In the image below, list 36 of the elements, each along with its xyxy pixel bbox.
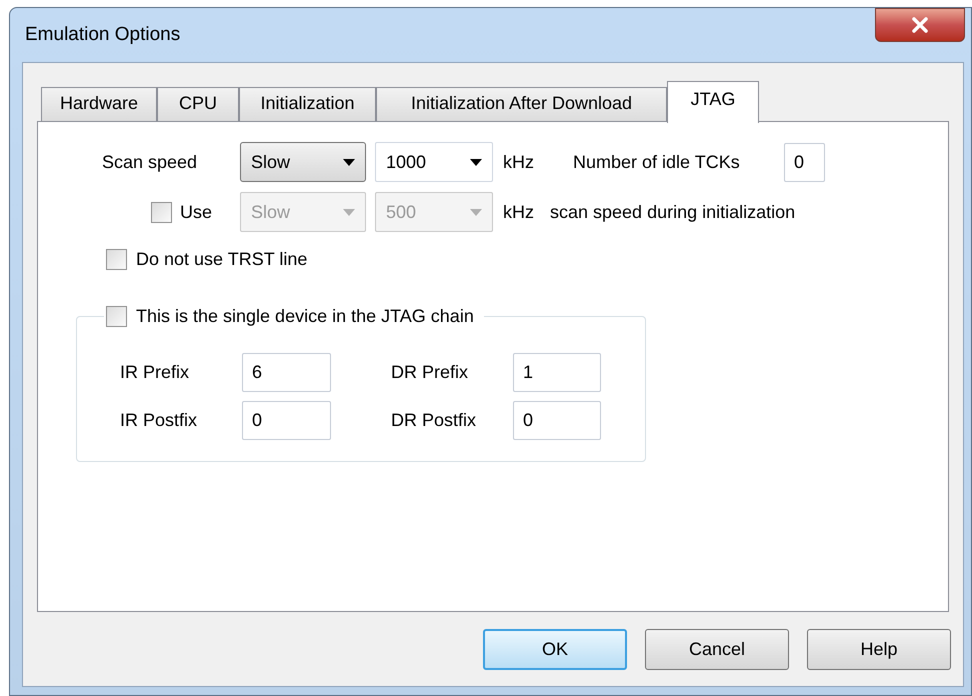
checkbox-label: This is the single device in the JTAG chain <box>136 304 474 328</box>
checkbox[interactable] <box>106 248 127 270</box>
label: Number of idle TCKs <box>573 150 741 174</box>
caret-icon <box>343 158 355 166</box>
caret-icon <box>470 208 482 216</box>
checkbox-label: Do not use TRST line <box>136 248 308 270</box>
label: scan speed during initialization <box>550 200 796 224</box>
input-field[interactable]: 0 <box>242 401 331 440</box>
dialog-button[interactable]: Cancel <box>645 629 789 670</box>
tab[interactable]: CPU <box>157 87 239 122</box>
unit-label: kHz <box>503 150 535 174</box>
label: Use <box>180 200 214 224</box>
field-label: IR Postfix <box>120 409 198 432</box>
tab[interactable]: JTAG <box>667 81 759 123</box>
tab[interactable]: Hardware <box>41 87 157 122</box>
field-label: DR Postfix <box>391 409 478 432</box>
dropdown[interactable]: 1000 <box>375 142 493 182</box>
checkbox[interactable] <box>106 306 127 326</box>
input-field[interactable]: 6 <box>242 353 331 392</box>
unit-label: kHz <box>503 200 534 224</box>
tab[interactable]: Initialization After Download <box>376 87 667 122</box>
label: Scan speed <box>102 150 198 174</box>
window-title: Emulation Options <box>25 22 180 47</box>
dialog-button[interactable]: Help <box>807 629 951 670</box>
field-label: IR Prefix <box>120 361 190 384</box>
dropdown[interactable]: Slow <box>240 142 366 182</box>
close-icon <box>911 17 929 33</box>
input-field[interactable]: 1 <box>513 353 601 392</box>
input-field[interactable]: 0 <box>784 142 825 182</box>
close-button[interactable] <box>875 8 965 42</box>
caret-icon <box>470 158 482 166</box>
field-label: DR Prefix <box>391 361 470 384</box>
caret-icon <box>343 208 355 216</box>
dialog-button[interactable]: OK <box>483 629 627 670</box>
tab[interactable]: Initialization <box>239 87 376 122</box>
input-field[interactable]: 0 <box>513 401 601 440</box>
